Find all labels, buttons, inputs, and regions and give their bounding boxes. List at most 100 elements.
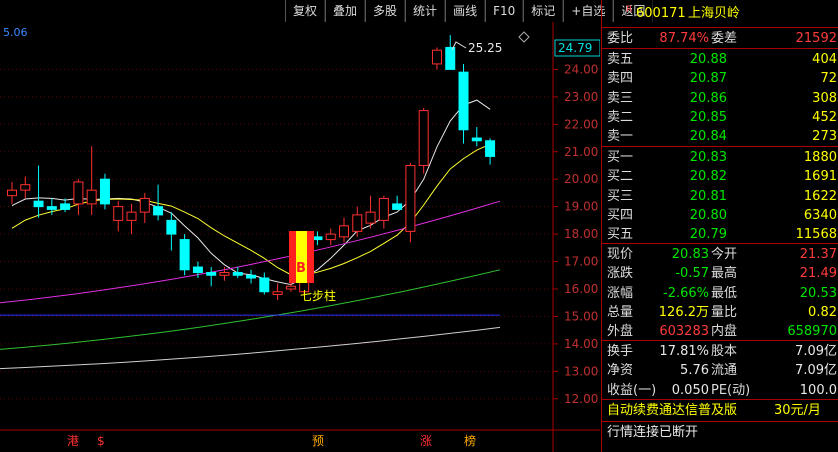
y-tick-label: 22.00 xyxy=(564,117,598,131)
candle-body[interactable] xyxy=(272,291,283,295)
candle-body[interactable] xyxy=(405,164,416,232)
fin-label: 净资 xyxy=(607,363,634,379)
stat-value: 21.37 xyxy=(799,247,837,262)
toolbar-button[interactable]: 多股 xyxy=(365,0,406,22)
stat-row[interactable]: 外盘 603283 内盘 658970 xyxy=(602,322,838,341)
candle-body[interactable] xyxy=(458,71,469,131)
candle-body[interactable] xyxy=(418,110,429,166)
candle-body[interactable] xyxy=(20,184,31,191)
event-marker[interactable]: 榜 xyxy=(464,433,476,448)
candle-body[interactable] xyxy=(325,233,336,241)
candle-body[interactable] xyxy=(60,203,71,210)
candle-body[interactable] xyxy=(139,197,150,213)
stock-name[interactable]: 上海贝岭 xyxy=(688,4,740,23)
candle-body[interactable] xyxy=(246,274,257,279)
candle-body[interactable] xyxy=(285,285,296,290)
stat-label: 总量 xyxy=(607,304,634,320)
bid-volume: 11568 xyxy=(795,227,837,243)
stat-row[interactable]: 总量 126.2万 量比 0.82 xyxy=(602,303,838,322)
fin-label: 收益(一) xyxy=(607,382,657,398)
weibi-row: 委比 87.74% 委差 21592 xyxy=(602,29,838,48)
candle-body[interactable] xyxy=(113,206,124,221)
toolbar-button[interactable]: 统计 xyxy=(405,0,446,22)
stat-label: 量比 xyxy=(711,304,738,320)
candle-body[interactable] xyxy=(471,137,482,142)
diamond-icon[interactable] xyxy=(518,31,530,43)
candle-body[interactable] xyxy=(445,46,456,70)
bid-row[interactable]: 买四 20.80 6340 xyxy=(602,206,838,225)
fin-row[interactable]: 换手 17.81% 股本 7.09亿 xyxy=(602,342,838,361)
kline-chart[interactable]: 5.06 24.00 23.00 22.00 21.00 20.00 19.00 18.00… xyxy=(0,0,600,452)
bid-row[interactable]: 买五 20.79 11568 xyxy=(602,225,838,244)
stat-row[interactable]: 涨跌 -0.57 最高 21.49 xyxy=(602,264,838,283)
ask-row[interactable]: 卖二 20.85 452 xyxy=(602,108,838,127)
ask-row[interactable]: 卖五 20.88 404 xyxy=(602,50,838,69)
bid-row[interactable]: 买三 20.81 1622 xyxy=(602,187,838,206)
candle-body[interactable] xyxy=(232,272,243,276)
candle-body[interactable] xyxy=(219,272,230,276)
stat-label: 现价 xyxy=(607,247,634,262)
candle-body[interactable] xyxy=(7,189,17,197)
toolbar-button[interactable]: F10 xyxy=(485,0,524,22)
event-marker[interactable]: 预 xyxy=(312,434,324,448)
candle-body[interactable] xyxy=(339,225,349,238)
candle-body[interactable] xyxy=(352,214,363,232)
toolbar-button[interactable]: 复权 xyxy=(285,0,326,22)
fin-label: 流通 xyxy=(711,363,738,379)
ask-row[interactable]: 卖一 20.84 273 xyxy=(602,127,838,146)
ask-label: 卖二 xyxy=(607,109,634,125)
toolbar-button[interactable]: 标记 xyxy=(523,0,564,22)
candle-body[interactable] xyxy=(192,266,203,274)
candle-body[interactable] xyxy=(166,219,177,235)
event-marker[interactable]: 港 xyxy=(67,434,79,448)
candle-body[interactable] xyxy=(86,189,97,205)
candle-body[interactable] xyxy=(99,178,110,205)
event-marker[interactable]: 涨 xyxy=(420,433,432,448)
fin-row[interactable]: 净资 5.76 流通 7.09亿 xyxy=(602,361,838,380)
bid-label: 买一 xyxy=(607,150,634,165)
candle-body[interactable] xyxy=(392,203,403,210)
candle-body[interactable] xyxy=(312,236,323,241)
stock-code[interactable]: 600171 xyxy=(636,4,686,23)
ask-row[interactable]: 卖四 20.87 72 xyxy=(602,69,838,88)
candle-body[interactable] xyxy=(378,197,389,221)
stat-label: 涨幅 xyxy=(607,285,634,301)
bid-price: 20.82 xyxy=(689,169,727,185)
candle-body[interactable] xyxy=(259,277,270,293)
bid-row[interactable]: 买二 20.82 1691 xyxy=(602,167,838,186)
stock-header: R 600171 上海贝岭 xyxy=(602,4,838,24)
event-marker[interactable]: $ xyxy=(97,434,105,448)
candle-body[interactable] xyxy=(485,140,496,157)
candle-body[interactable] xyxy=(179,239,190,271)
toolbar-button[interactable]: 叠加 xyxy=(325,0,366,22)
y-tick-label: 17.00 xyxy=(564,255,598,269)
candle-body[interactable] xyxy=(126,211,137,221)
fin-row[interactable]: 收益(一) 0.050 PE(动) 100.0 xyxy=(602,381,838,400)
stat-row[interactable]: 现价 20.83 今开 21.37 xyxy=(602,245,838,264)
candle-body[interactable] xyxy=(431,49,442,65)
ma-label: 5.06 xyxy=(3,26,28,39)
y-tick-label: 18.00 xyxy=(564,227,598,241)
toolbar-button[interactable]: 画线 xyxy=(445,0,486,22)
candle-body[interactable] xyxy=(365,211,376,224)
candle-body[interactable] xyxy=(153,206,164,216)
ask-row[interactable]: 卖三 20.86 308 xyxy=(602,89,838,108)
r-mark: R xyxy=(626,5,633,15)
stat-value: 21.49 xyxy=(799,266,837,282)
stat-value: 603283 xyxy=(659,324,709,340)
ask-price: 20.85 xyxy=(689,109,727,125)
candle-body[interactable] xyxy=(73,181,84,205)
bid-row[interactable]: 买一 20.83 1880 xyxy=(602,148,838,167)
buy-signal-marker[interactable]: B xyxy=(289,231,314,283)
bid-volume: 1622 xyxy=(803,188,837,204)
candle-body[interactable] xyxy=(33,200,44,208)
stat-value: 20.83 xyxy=(671,247,709,262)
banner-row[interactable]: 自动续费通达信普及版 30元/月 xyxy=(602,401,838,420)
candle-body[interactable] xyxy=(46,206,57,210)
fin-value: 100.0 xyxy=(799,382,837,398)
candle-body[interactable] xyxy=(206,272,217,276)
banner-price[interactable]: 30元/月 xyxy=(774,401,821,420)
banner-text[interactable]: 自动续费通达信普及版 xyxy=(607,401,737,420)
y-tick-label: 15.00 xyxy=(564,309,598,323)
stat-row[interactable]: 涨幅 -2.66% 最低 20.53 xyxy=(602,284,838,303)
